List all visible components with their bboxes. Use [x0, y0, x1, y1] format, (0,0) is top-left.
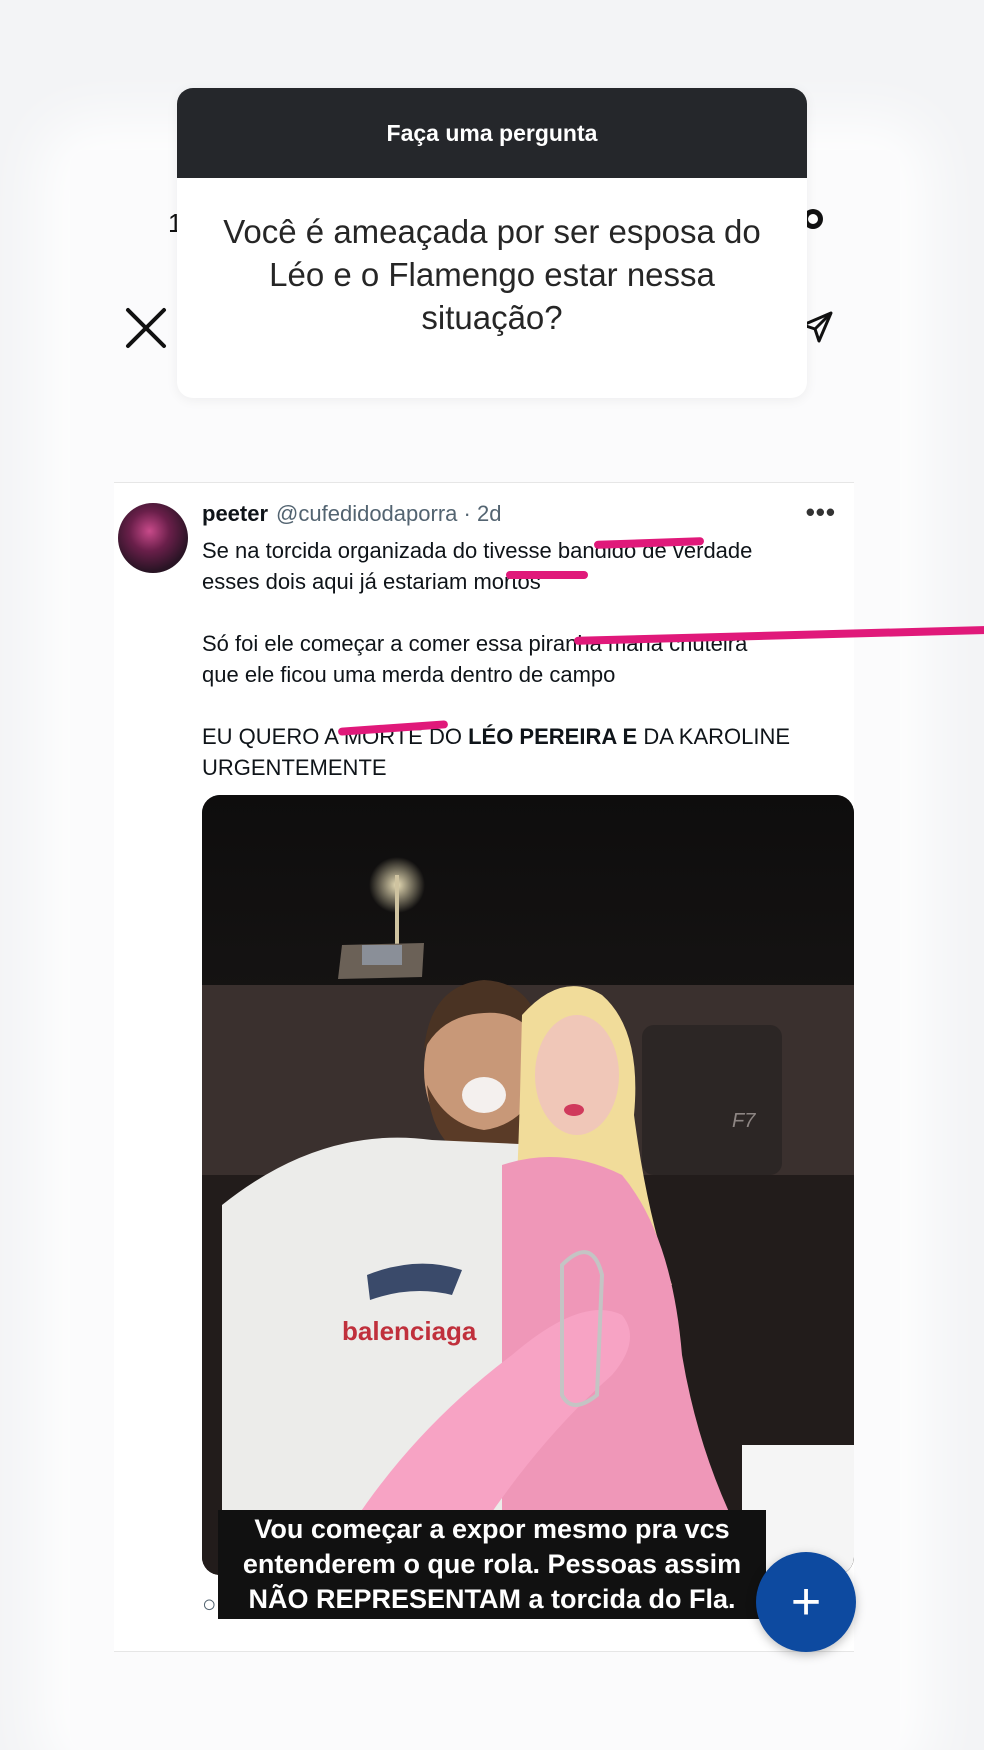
- caption-line: Vou começar a expor mesmo pra vcs: [254, 1514, 730, 1544]
- reply-icon[interactable]: ○: [202, 1591, 217, 1619]
- caption-line: NÃO REPRESENTAM a torcida do Fla.: [248, 1584, 736, 1614]
- scribble-mark: [506, 571, 588, 579]
- tweet-card: peeter @cufedidodaporra · 2d ••• Se na to…: [114, 482, 984, 1652]
- tweet-line: que ele ficou uma merda dentro de campo: [202, 662, 616, 687]
- seat-number: F7: [732, 1110, 756, 1132]
- tweet-line: esses dois aqui já estariam mortos: [202, 569, 541, 594]
- tweet-photo[interactable]: F7 balenciaga: [202, 795, 854, 1575]
- tweet-time: · 2d: [463, 501, 502, 526]
- tweet-line-bold: LÉO PEREIRA E: [468, 724, 638, 749]
- question-header: Faça uma pergunta: [177, 88, 807, 178]
- tweet-photo-drawing: F7 balenciaga: [202, 795, 854, 1575]
- tweet-line: URGENTEMENTE: [202, 755, 387, 780]
- shirt-brand-text: balenciaga: [342, 1316, 477, 1346]
- close-icon[interactable]: [124, 306, 168, 350]
- story-caption: Vou começar a expor mesmo pra vcs entend…: [218, 1510, 766, 1619]
- question-text: Você é ameaçada por ser esposa do Léo e …: [223, 213, 761, 336]
- tweet-line: DA KAROLINE: [637, 724, 791, 749]
- avatar[interactable]: [118, 503, 188, 573]
- tweet-author-handle[interactable]: @cufedidodaporra: [276, 501, 457, 526]
- caption-line: entenderem o que rola. Pessoas assim: [242, 1549, 742, 1579]
- tweet-author-name[interactable]: peeter: [202, 501, 268, 526]
- tweet-header: peeter @cufedidodaporra · 2d: [202, 501, 501, 527]
- more-options-icon[interactable]: •••: [806, 497, 836, 528]
- add-button[interactable]: +: [756, 1552, 856, 1652]
- question-sticker: Faça uma pergunta Você é ameaçada por se…: [177, 88, 807, 398]
